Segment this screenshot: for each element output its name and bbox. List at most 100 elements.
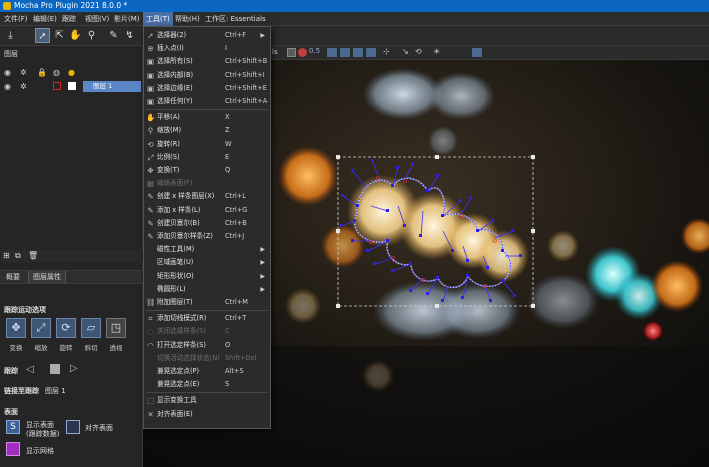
tools-menu-item[interactable]: ✋ 平移(A) X	[144, 111, 270, 124]
motion-skew-button[interactable]: ▱	[81, 318, 101, 338]
menu-help[interactable]: 帮助(H)	[175, 12, 200, 26]
show-surface-icon[interactable]: S	[6, 420, 20, 434]
motion-perspective-button[interactable]: ◳	[106, 318, 126, 338]
menu-item-label: 创建贝塞尔(B)	[157, 218, 200, 227]
fullscreen-icon[interactable]	[472, 48, 482, 57]
show-grid-icon[interactable]	[6, 442, 20, 456]
grid-view-icon[interactable]	[353, 48, 363, 57]
align-surface-icon[interactable]	[66, 420, 80, 434]
track-forward-icon[interactable]: ▷	[70, 363, 78, 374]
tools-menu-item[interactable]: ▣ 选择任何(Y) Ctrl+Shift+A	[144, 95, 270, 108]
transform-icon: ✥	[147, 166, 154, 175]
snap-icon[interactable]: ⊹	[383, 47, 390, 56]
tools-menu-item[interactable]: ▣ 选择边缘(E) Ctrl+Shift+E	[144, 82, 270, 95]
tools-menu-item[interactable]: 兼晃选定点(E) S	[144, 378, 270, 391]
tools-menu-item[interactable]: ⛓ 附加图层(T) Ctrl+M	[144, 296, 270, 309]
link-to-track-value[interactable]: 图层 1	[45, 386, 66, 396]
tools-menu-item[interactable]: ⊕ 插入点(I) I	[144, 42, 270, 55]
monitor-icon[interactable]	[327, 48, 337, 57]
track-backward-icon[interactable]: ◁	[26, 364, 34, 375]
menu-item-shortcut: Ctrl+T	[225, 314, 247, 323]
menu-item-label: 编辑表面(F)	[157, 179, 193, 188]
motion-scale-button[interactable]: ⤢	[31, 318, 51, 338]
menu-file[interactable]: 文件(F)	[4, 12, 28, 26]
tools-menu-item[interactable]: ⌗ 添加切线模式(R) Ctrl+T	[144, 312, 270, 325]
menu-workspace[interactable]: 工作区: Essentials	[205, 12, 266, 26]
gear-icon[interactable]: ✲	[20, 68, 27, 77]
menu-item-label: 关闭选择样条(S)	[157, 327, 206, 336]
pointer-plus-icon[interactable]: ⇱	[52, 28, 67, 43]
tab-layer-properties[interactable]: 图层属性	[28, 271, 66, 284]
menu-item-label: 椭圆形(L)	[157, 284, 186, 293]
tools-menu-item[interactable]: 矩形形状(O) ▶	[144, 270, 270, 283]
palette-icon[interactable]: ●	[68, 68, 75, 77]
menu-view[interactable]: 视图(V)	[85, 12, 109, 26]
menu-item-label: 选择任何(Y)	[157, 97, 193, 105]
layer-settings-icon[interactable]: ✲	[20, 82, 27, 91]
duplicate-layer-icon[interactable]: ⧉	[15, 251, 21, 261]
add-layer-icon[interactable]: ⊞	[3, 251, 10, 260]
tools-menu-item[interactable]: ✎ 创建 x 样条图层(X) Ctrl+L	[144, 190, 270, 203]
menu-separator	[146, 109, 268, 111]
menu-tools[interactable]: 工具(T)	[143, 12, 173, 26]
nudge-icon[interactable]: ↘	[402, 47, 409, 56]
menu-item-label: 选择器(2)	[157, 31, 187, 39]
tools-menu-item[interactable]: ⬚ 显示变换工具	[144, 394, 270, 407]
menu-track[interactable]: 跟踪	[62, 12, 76, 26]
tools-menu-item[interactable]: 区域画笔(U) ▶	[144, 256, 270, 269]
layers-view-icon[interactable]	[340, 48, 350, 57]
brightness-icon[interactable]: ☀	[433, 47, 440, 56]
tab-overview[interactable]: 概要	[2, 271, 24, 284]
layer-matte-swatch[interactable]	[68, 82, 76, 90]
menu-item-label: 选择所有(S)	[157, 57, 193, 66]
layer-color-swatch[interactable]	[53, 82, 61, 90]
bezier-tool-icon[interactable]: ↯	[122, 28, 137, 43]
tools-menu-item[interactable]: ⟲ 旋转(R) W	[144, 138, 270, 151]
tools-menu-item[interactable]: ▣ 选择内部(B) Ctrl+Shift+I	[144, 69, 270, 82]
tools-menu-item[interactable]: ✎ 添加 x 样条(L) Ctrl+G	[144, 204, 270, 217]
spline-tool-icon[interactable]: ✎	[106, 28, 121, 43]
menu-item-shortcut: Ctrl+Shift+A	[225, 97, 268, 105]
tools-menu-item[interactable]: ✎ 创建贝塞尔(B) Ctrl+B	[144, 217, 270, 230]
select-tool-icon[interactable]: ➚	[35, 28, 50, 43]
mode-icon[interactable]	[287, 48, 296, 57]
motion-rotate-button[interactable]: ⟳	[56, 318, 76, 338]
lock-icon[interactable]: 🔒	[37, 68, 47, 77]
menu-item-label: 磁性工具(M)	[157, 245, 195, 254]
tools-menu-item[interactable]: ⚲ 缩放(M) Z	[144, 124, 270, 137]
tools-menu-item[interactable]: ◠ 打开选定样条(S) O	[144, 339, 270, 352]
menu-edit[interactable]: 编辑(E)	[33, 12, 57, 26]
save-icon[interactable]: ⤓	[3, 28, 18, 43]
tools-menu-item[interactable]: ⤢ 比例(S) E	[144, 151, 270, 164]
menu-item-label: 变换(T)	[157, 166, 180, 174]
zoom-icon[interactable]: ⚲	[84, 28, 99, 43]
mask-view-icon[interactable]	[366, 48, 376, 57]
motion-transform-button[interactable]: ✥	[6, 318, 26, 338]
tools-menu-item[interactable]: 椭圆形(L) ▶	[144, 283, 270, 296]
motion-scale-label: 缩放	[34, 344, 48, 352]
hand-icon[interactable]: ✋	[68, 28, 83, 43]
tangent-mode-icon: ⌗	[148, 314, 153, 324]
stop-icon[interactable]	[50, 364, 60, 374]
delete-layer-icon[interactable]: 🗑	[28, 251, 38, 260]
eye-icon[interactable]: ◉	[4, 68, 11, 77]
layer-row-1[interactable]: ◉ ✲ 图层 1	[0, 80, 143, 93]
tools-menu-item[interactable]: 兼晃选定点(P) Alt+S	[144, 365, 270, 378]
tools-menu-item[interactable]: 磁性工具(M) ▶	[144, 243, 270, 256]
menu-item-shortcut: C	[225, 327, 230, 336]
tools-menu-item[interactable]: ➚ 选择器(2) Ctrl+F ▶	[144, 29, 270, 42]
tools-menu-item[interactable]: ✥ 变换(T) Q	[144, 164, 270, 177]
tools-menu-item[interactable]: ✎ 添加贝塞尔样条(Z) Ctrl+J	[144, 230, 270, 243]
layer-name[interactable]: 图层 1	[83, 81, 141, 92]
color-wheel-icon[interactable]: ◍	[53, 68, 60, 77]
submenu-arrow-icon: ▶	[260, 259, 265, 267]
tools-menu-item[interactable]: ✕ 对齐表面(E)	[144, 408, 270, 421]
menu-movie[interactable]: 影片(M)	[114, 12, 140, 26]
overlay-icon[interactable]	[298, 48, 307, 57]
layer-visible-icon[interactable]: ◉	[4, 82, 11, 91]
stabilize-icon[interactable]: ⟲	[415, 47, 422, 56]
zoom-value[interactable]: 0.5	[309, 47, 320, 55]
tools-menu-item[interactable]: ▣ 选择所有(S) Ctrl+Shift+B	[144, 55, 270, 68]
menu-separator	[146, 310, 268, 312]
view-select-label[interactable]: ls	[272, 48, 278, 56]
